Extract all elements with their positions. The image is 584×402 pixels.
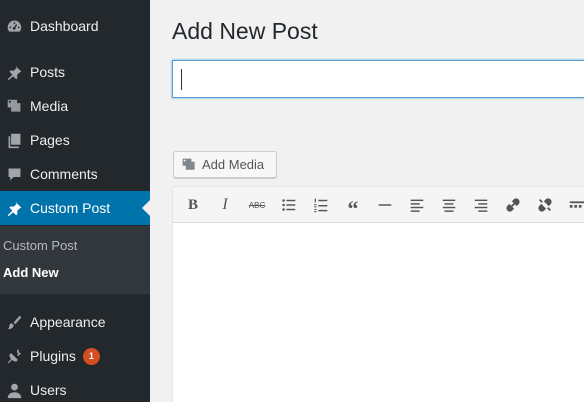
pin-icon: [4, 200, 24, 217]
page-title: Add New Post: [172, 18, 318, 44]
sidebar-item-posts[interactable]: Posts: [0, 55, 150, 89]
dashboard-icon: [4, 18, 24, 35]
sidebar-item-label: Pages: [30, 132, 70, 148]
sidebar-item-label: Users: [30, 382, 67, 398]
custom-post-submenu: Custom Post Add New: [0, 226, 150, 294]
sidebar-item-appearance[interactable]: Appearance: [0, 305, 150, 339]
admin-sidebar: Dashboard Posts Media Pages Comments Cus…: [0, 0, 150, 402]
submenu-item-custom-post[interactable]: Custom Post: [3, 238, 77, 253]
media-icon: [4, 98, 24, 115]
align-right-icon[interactable]: [469, 193, 493, 217]
sidebar-item-label: Dashboard: [30, 18, 99, 34]
sidebar-item-comments[interactable]: Comments: [0, 157, 150, 191]
blockquote-icon[interactable]: “: [341, 193, 365, 221]
add-media-button[interactable]: Add Media: [173, 151, 277, 178]
align-left-icon[interactable]: [405, 193, 429, 217]
horizontal-line-icon[interactable]: [373, 193, 397, 217]
sidebar-item-plugins[interactable]: Plugins 1: [0, 339, 150, 373]
link-icon[interactable]: [501, 193, 525, 217]
media-icon: [181, 157, 197, 173]
sidebar-item-custom-post[interactable]: Custom Post: [0, 191, 150, 225]
sidebar-item-users[interactable]: Users: [0, 373, 150, 402]
update-count-badge: 1: [82, 347, 100, 365]
post-editor: B I ABC “: [172, 186, 584, 402]
plugin-icon: [4, 348, 24, 365]
pages-icon: [4, 132, 24, 149]
add-media-label: Add Media: [202, 157, 265, 172]
submenu-item-add-new[interactable]: Add New: [3, 265, 59, 280]
bullet-list-icon[interactable]: [277, 193, 301, 217]
numbered-list-icon[interactable]: [309, 193, 333, 217]
sidebar-item-dashboard[interactable]: Dashboard: [0, 9, 150, 43]
toolbar-toggle-icon[interactable]: [565, 193, 584, 217]
sidebar-item-label: Comments: [30, 166, 98, 182]
unlink-icon[interactable]: [533, 193, 557, 217]
bold-icon[interactable]: B: [181, 193, 205, 217]
user-icon: [4, 382, 24, 399]
sidebar-item-label: Custom Post: [30, 200, 111, 216]
sidebar-item-label: Appearance: [30, 314, 106, 330]
italic-icon[interactable]: I: [213, 193, 237, 217]
text-caret: [181, 69, 182, 90]
active-indicator-arrow: [142, 200, 150, 216]
strikethrough-icon[interactable]: ABC: [245, 193, 269, 217]
comment-icon: [4, 166, 24, 183]
sidebar-item-label: Media: [30, 98, 69, 114]
brush-icon: [4, 314, 24, 331]
pin-icon: [4, 64, 24, 81]
align-center-icon[interactable]: [437, 193, 461, 217]
editor-content-area[interactable]: [173, 223, 584, 402]
editor-toolbar: B I ABC “: [173, 187, 584, 223]
sidebar-item-media[interactable]: Media: [0, 89, 150, 123]
post-title-input[interactable]: [172, 60, 584, 98]
sidebar-item-label: Plugins: [30, 348, 76, 364]
sidebar-item-pages[interactable]: Pages: [0, 123, 150, 157]
sidebar-item-label: Posts: [30, 64, 66, 80]
